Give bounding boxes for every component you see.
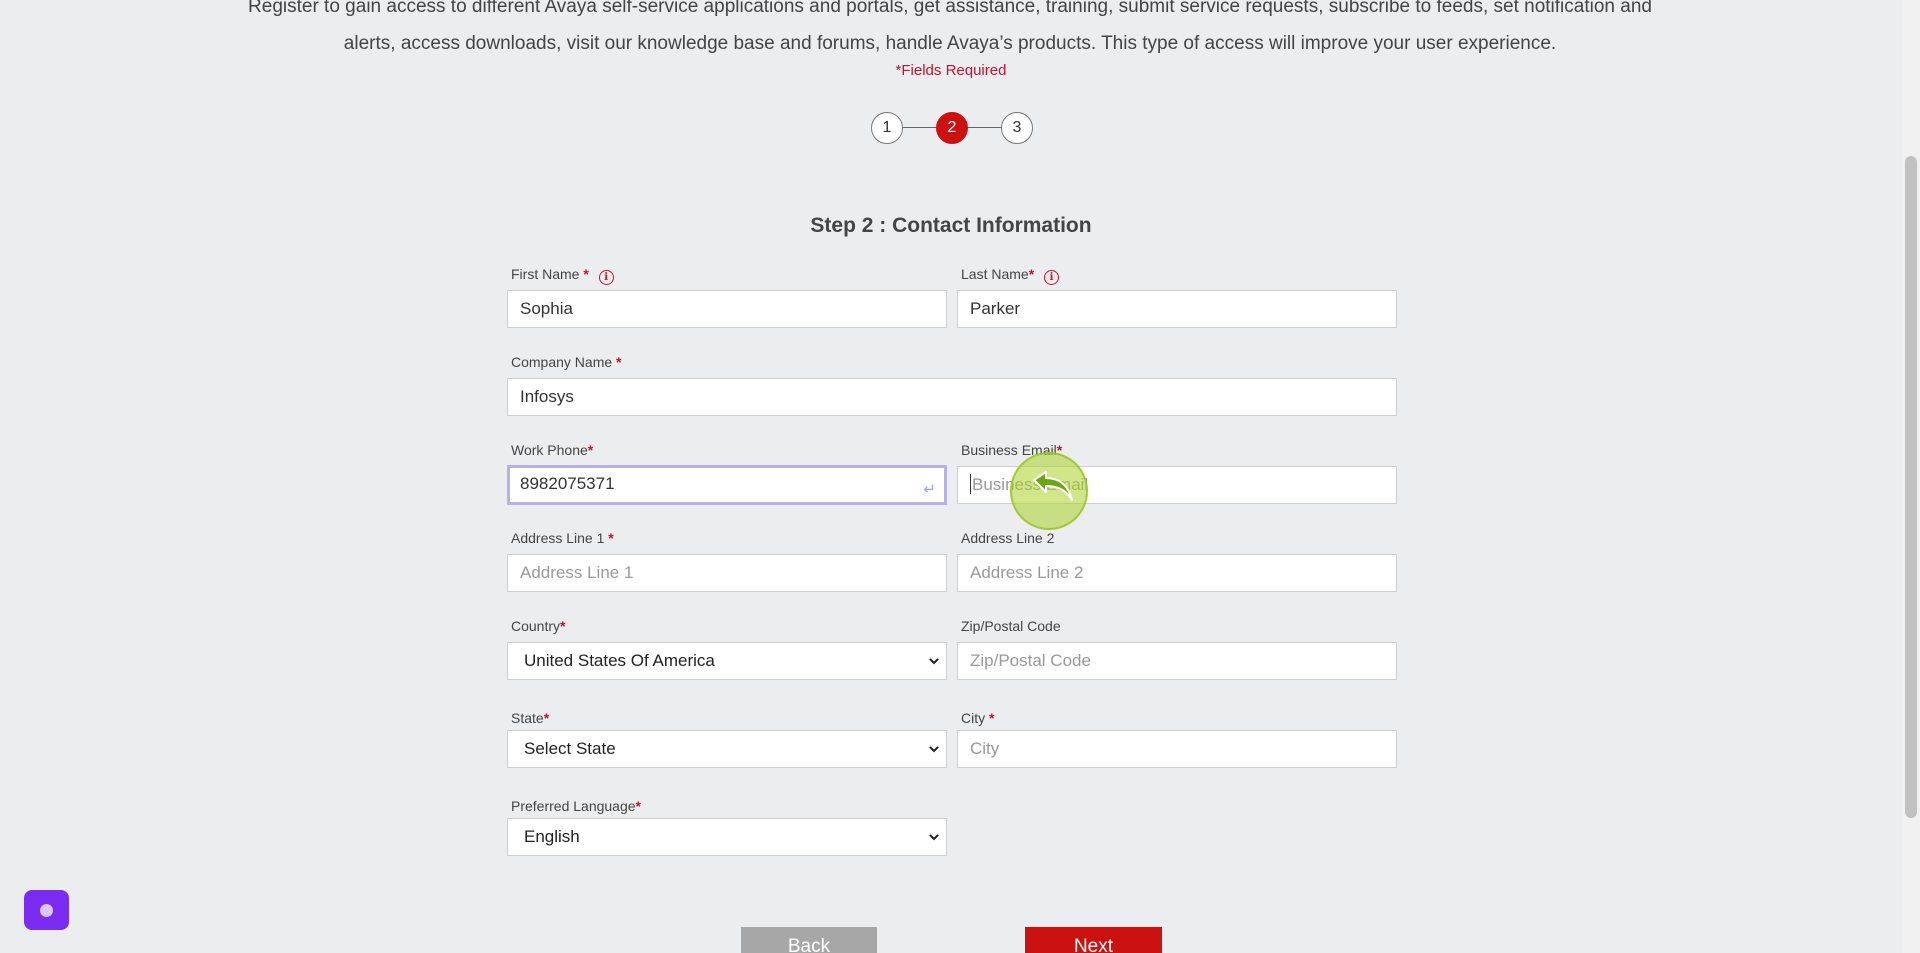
required-marker: * (1028, 266, 1035, 282)
info-circle-icon[interactable]: i (1044, 270, 1060, 285)
address-line-2-label: Address Line 2 (961, 530, 1055, 546)
required-marker: * (543, 710, 550, 726)
state-label: State* (511, 710, 550, 726)
required-marker: * (989, 710, 995, 726)
intro-line-1: Register to gain access to different Ava… (248, 0, 1652, 17)
first-name-field[interactable]: Sophia (507, 290, 947, 328)
state-select[interactable]: Select State (507, 730, 947, 768)
next-button[interactable]: Next (1025, 927, 1162, 953)
required-marker: * (608, 530, 614, 546)
address-line-1-label: Address Line 1 * (511, 530, 614, 546)
step-1: 1 (871, 112, 903, 144)
cursor-arrow-icon (1033, 471, 1073, 501)
work-phone-label: Work Phone* (511, 442, 594, 458)
preferred-language-selected-value: English (524, 827, 580, 846)
country-label: Country* (511, 618, 566, 634)
chat-widget-button[interactable] (24, 890, 69, 930)
step-3: 3 (1001, 112, 1033, 144)
step-connector-1 (902, 127, 936, 128)
enter-return-icon: ↵ (923, 481, 936, 498)
fields-required-note: *Fields Required (895, 62, 1007, 79)
chevron-down-icon (929, 658, 939, 665)
required-marker: * (587, 442, 594, 458)
country-selected-value: United States Of America (524, 651, 715, 670)
back-button[interactable]: Back (741, 927, 877, 953)
country-select[interactable]: United States Of America (507, 642, 947, 680)
chevron-down-icon (929, 834, 939, 841)
scrollbar-thumb[interactable] (1905, 156, 1917, 818)
chat-widget-icon (40, 904, 53, 917)
info-circle-icon[interactable]: i (598, 270, 614, 285)
intro-text: Register to gain access to different Ava… (240, 0, 1660, 62)
work-phone-value: 8982075371 (520, 474, 615, 493)
step-2-active: 2 (936, 112, 968, 144)
required-marker: * (583, 266, 589, 282)
first-name-label: First Name * i (511, 266, 614, 285)
text-caret (970, 474, 971, 494)
company-name-field[interactable]: Infosys (507, 378, 1397, 416)
zip-field[interactable]: Zip/Postal Code (957, 642, 1397, 680)
last-name-field[interactable]: Parker (957, 290, 1397, 328)
required-marker: * (635, 798, 641, 814)
work-phone-field[interactable]: 8982075371 ↵ (507, 465, 947, 505)
state-selected-value: Select State (524, 739, 616, 758)
address-line-1-field[interactable]: Address Line 1 (507, 554, 947, 592)
city-field[interactable]: City (957, 730, 1397, 768)
intro-line-2: alerts, access downloads, visit our know… (343, 33, 1557, 54)
city-label: City * (961, 710, 995, 726)
preferred-language-label: Preferred Language* (511, 798, 641, 814)
registration-page: Register to gain access to different Ava… (0, 0, 1920, 953)
step-title: Step 2 : Contact Information (810, 214, 1092, 237)
chevron-down-icon (929, 746, 939, 753)
step-progress: 1 2 3 (871, 112, 1033, 144)
zip-label: Zip/Postal Code (961, 618, 1061, 634)
last-name-label: Last Name* i (961, 266, 1060, 285)
required-marker: * (616, 354, 622, 370)
address-line-2-field[interactable]: Address Line 2 (957, 554, 1397, 592)
company-name-label: Company Name * (511, 354, 622, 370)
page-scrollbar[interactable] (1902, 0, 1920, 953)
preferred-language-select[interactable]: English (507, 818, 947, 856)
required-marker: * (560, 618, 566, 634)
step-connector-2 (967, 127, 1001, 128)
